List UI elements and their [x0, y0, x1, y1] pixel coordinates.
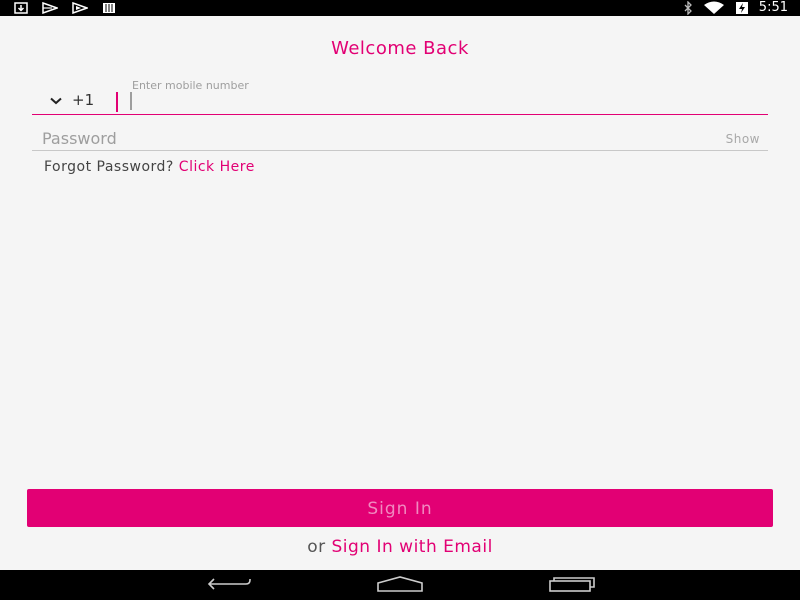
page-title: Welcome Back: [331, 38, 469, 59]
phone-field-row: +1 Enter mobile number: [32, 79, 768, 115]
forgot-password-link[interactable]: Click Here: [179, 159, 255, 175]
alt-sign-in-prefix: or: [307, 537, 326, 557]
divider: [116, 92, 118, 112]
bluetooth-icon: [683, 1, 693, 15]
forgot-password-text: Forgot Password?: [44, 159, 174, 175]
recents-icon: [548, 576, 596, 596]
sim-icon: [102, 2, 116, 14]
play-store-icon: [42, 2, 58, 14]
status-bar: 5:51: [0, 0, 800, 16]
chevron-down-icon: [50, 91, 62, 109]
text-cursor: [130, 92, 132, 110]
show-password-toggle[interactable]: Show: [726, 132, 760, 146]
sign-in-button[interactable]: Sign In: [27, 489, 773, 527]
password-field-row: Show: [32, 122, 768, 151]
password-input[interactable]: [40, 126, 684, 150]
recents-button[interactable]: [548, 576, 596, 596]
download-icon: [14, 2, 28, 14]
country-code-selector[interactable]: +1: [50, 91, 94, 109]
country-code: +1: [72, 91, 95, 109]
sign-in-with-email-link[interactable]: Sign In with Email: [331, 537, 492, 557]
status-time: 5:51: [758, 0, 788, 15]
wifi-icon: [703, 1, 725, 15]
phone-input[interactable]: [128, 90, 762, 114]
system-icons: 5:51: [683, 0, 788, 16]
back-icon: [206, 576, 252, 596]
home-button[interactable]: [376, 576, 424, 596]
forgot-password-row: Forgot Password? Click Here: [44, 159, 255, 175]
battery-charging-icon: [735, 1, 749, 15]
notification-icons: [14, 2, 116, 14]
back-button[interactable]: [205, 576, 253, 596]
login-screen: Welcome Back +1 Enter mobile number Show…: [0, 16, 800, 570]
home-icon: [376, 576, 424, 596]
navigation-bar: [0, 570, 800, 600]
alt-sign-in-row: or Sign In with Email: [0, 537, 800, 557]
play-icon: [72, 2, 88, 14]
